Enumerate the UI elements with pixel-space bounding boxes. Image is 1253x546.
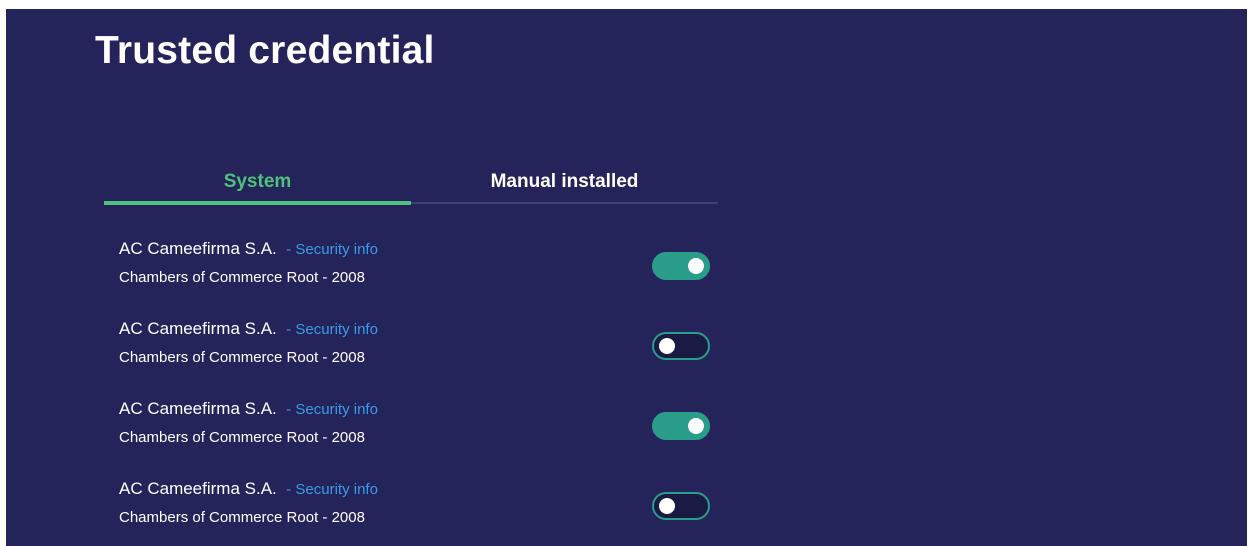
- toggle-knob: [688, 258, 704, 274]
- certificate-name: AC Cameefirma S.A.: [119, 319, 277, 338]
- certificate-toggle[interactable]: [652, 332, 710, 360]
- certificate-subtitle: Chambers of Commerce Root - 2008: [119, 509, 365, 526]
- certificate-subtitle: Chambers of Commerce Root - 2008: [119, 429, 365, 446]
- certificate-toggle[interactable]: [652, 492, 710, 520]
- security-info-link[interactable]: - Security info: [286, 481, 378, 498]
- list-item: AC Cameefirma S.A. - Security info Chamb…: [119, 236, 719, 316]
- certificate-list: AC Cameefirma S.A. - Security info Chamb…: [119, 236, 719, 546]
- toggle-knob: [659, 338, 675, 354]
- certificate-name: AC Cameefirma S.A.: [119, 479, 277, 498]
- tab-manual-installed[interactable]: Manual installed: [411, 159, 718, 205]
- page-title: Trusted credential: [95, 29, 435, 72]
- toggle-knob: [688, 418, 704, 434]
- toggle-knob: [659, 498, 675, 514]
- tab-system[interactable]: System: [104, 159, 411, 205]
- certificate-toggle[interactable]: [652, 252, 710, 280]
- trusted-credential-screen: Trusted credential System Manual install…: [6, 9, 1247, 546]
- security-info-link[interactable]: - Security info: [286, 401, 378, 418]
- security-info-link[interactable]: - Security info: [286, 241, 378, 258]
- tab-bar: System Manual installed: [104, 159, 718, 207]
- certificate-name: AC Cameefirma S.A.: [119, 239, 277, 258]
- certificate-subtitle: Chambers of Commerce Root - 2008: [119, 269, 365, 286]
- security-info-link[interactable]: - Security info: [286, 321, 378, 338]
- certificate-subtitle: Chambers of Commerce Root - 2008: [119, 349, 365, 366]
- active-tab-indicator: [104, 201, 411, 205]
- list-item: AC Cameefirma S.A. - Security info Chamb…: [119, 476, 719, 546]
- list-item: AC Cameefirma S.A. - Security info Chamb…: [119, 316, 719, 396]
- certificate-toggle[interactable]: [652, 412, 710, 440]
- certificate-name: AC Cameefirma S.A.: [119, 399, 277, 418]
- list-item: AC Cameefirma S.A. - Security info Chamb…: [119, 396, 719, 476]
